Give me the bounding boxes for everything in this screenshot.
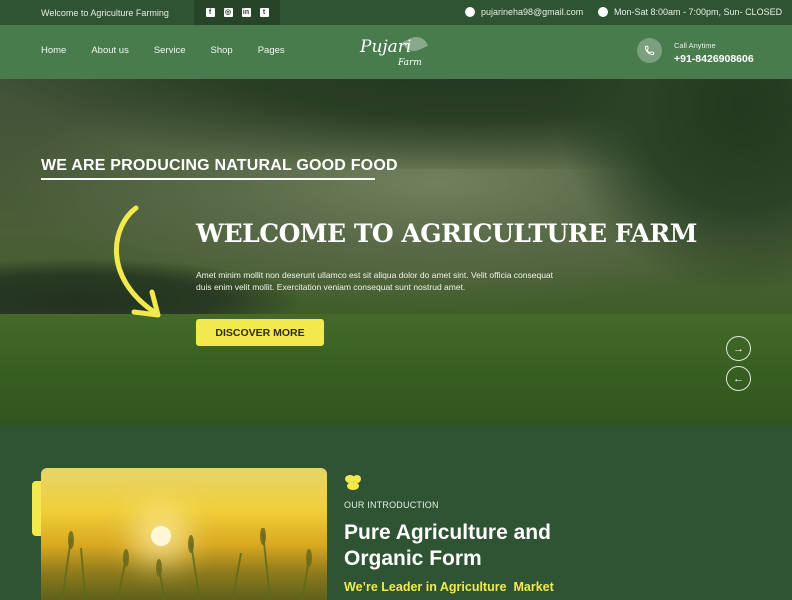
wheat-stalks [61,528,312,600]
slider-prev-button[interactable]: ← [726,366,751,391]
intro-kicker: OUR INTRODUCTION [344,500,439,510]
top-bar: Welcome to Agriculture Farming f ◎ in t … [0,0,792,25]
main-navigation: Home About us Service Shop Pages Pujari … [0,25,792,79]
welcome-text: Welcome to Agriculture Farming [41,8,169,18]
nav-item-about[interactable]: About us [91,45,129,56]
introduction-section: OUR INTRODUCTION Pure Agriculture and Or… [0,425,792,600]
slider-next-button[interactable]: → [726,336,751,361]
linkedin-icon[interactable]: in [241,8,251,17]
instagram-icon[interactable]: ◎ [223,8,233,17]
email-icon [465,7,475,17]
tagline-underline [41,178,375,180]
hero-tagline: WE ARE PRODUCING NATURAL GOOD FOOD [41,157,398,174]
leaf-logo-icon [345,475,361,490]
site-logo[interactable]: Pujari Farm [360,33,432,71]
email-contact[interactable]: pujarineha98@gmail.com [465,7,583,17]
clock-icon [598,7,608,17]
nav-item-pages[interactable]: Pages [258,45,285,56]
call-label: Call Anytime [674,41,716,50]
arrow-left-icon: ← [733,372,744,385]
call-number[interactable]: +91-8426908606 [674,53,754,65]
curved-arrow-icon [113,205,161,318]
social-links: f ◎ in t [194,0,280,25]
arrow-right-icon: → [733,342,744,355]
hours-text: Mon-Sat 8:00am - 7:00pm, Sun- CLOSED [614,7,783,17]
nav-item-service[interactable]: Service [154,45,186,56]
nav-item-home[interactable]: Home [41,45,66,56]
hero-headline: WELCOME TO AGRICULTURE FARM [196,219,697,248]
discover-more-button[interactable]: DISCOVER MORE [196,319,324,346]
hero-banner: WE ARE PRODUCING NATURAL GOOD FOOD WELCO… [0,79,792,425]
email-address: pujarineha98@gmail.com [481,7,584,17]
intro-title: Pure Agriculture and Organic Form [344,521,551,570]
nav-item-shop[interactable]: Shop [211,45,233,56]
intro-subtitle: We’re Leader in Agriculture Market [344,580,554,594]
logo-main-text: Pujari [360,37,412,57]
logo-sub-text: Farm [398,58,422,68]
phone-icon[interactable] [637,38,662,63]
wheat-field-image [41,468,327,600]
facebook-icon[interactable]: f [205,8,215,17]
opening-hours: Mon-Sat 8:00am - 7:00pm, Sun- CLOSED [598,7,782,17]
twitter-icon[interactable]: t [259,8,269,17]
nav-menu: Home About us Service Shop Pages [41,45,285,56]
hero-description: Amet minim mollit non deserunt ullamco e… [196,270,554,292]
